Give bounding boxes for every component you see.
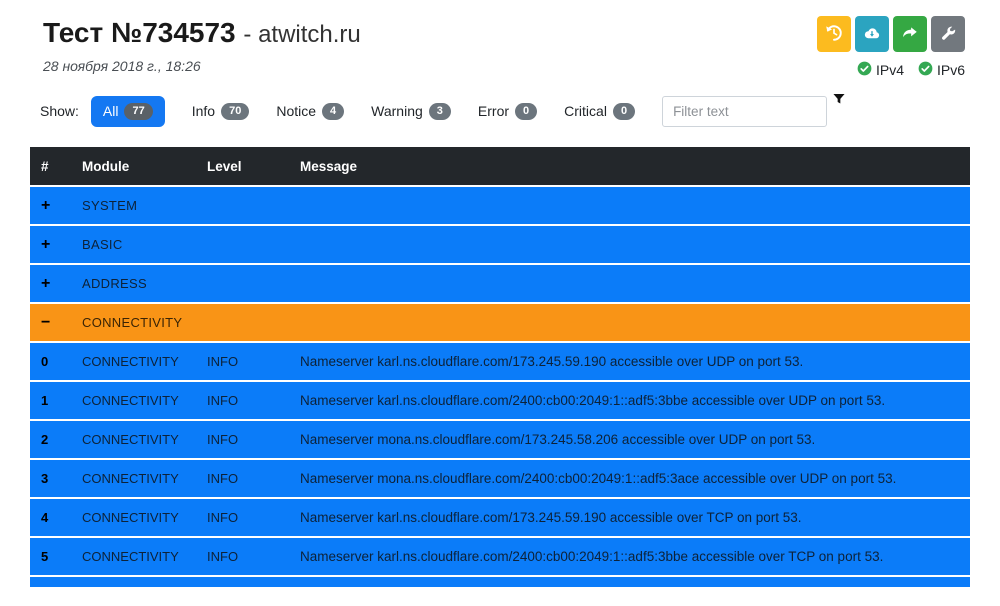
collapse-icon[interactable]: − [30, 314, 82, 332]
tab-warning-count: 3 [429, 103, 451, 120]
tab-info[interactable]: Info 70 [192, 103, 250, 120]
tab-warning[interactable]: Warning 3 [371, 103, 451, 120]
header: Тест №734573 - atwitch.ru 28 ноября 2018… [0, 0, 1000, 79]
cloud-download-icon [863, 24, 881, 45]
expand-icon[interactable]: + [30, 275, 82, 293]
toolbar [817, 16, 965, 52]
group-name: BASIC [82, 237, 207, 252]
row-number: 3 [30, 471, 82, 486]
row-message: Nameserver mona.ns.cloudflare.com/2400:c… [300, 471, 970, 486]
row-number: 0 [30, 354, 82, 369]
ipv6-label: IPv6 [937, 62, 965, 78]
ipv6-status: IPv6 [918, 61, 965, 79]
tab-error-count: 0 [515, 103, 537, 120]
table-row[interactable]: 4 CONNECTIVITY INFO Nameserver karl.ns.c… [30, 497, 970, 536]
wrench-icon [939, 24, 957, 45]
col-header-num: # [30, 159, 82, 174]
show-label: Show: [40, 103, 79, 119]
tab-critical[interactable]: Critical 0 [564, 103, 635, 120]
tab-notice-count: 4 [322, 103, 344, 120]
col-header-module: Module [82, 159, 207, 174]
history-icon [825, 24, 843, 45]
row-level: INFO [207, 354, 300, 369]
tab-error[interactable]: Error 0 [478, 103, 537, 120]
col-header-message: Message [300, 159, 970, 174]
row-level: INFO [207, 393, 300, 408]
table-row[interactable]: 1 CONNECTIVITY INFO Nameserver karl.ns.c… [30, 380, 970, 419]
tab-warning-label: Warning [371, 103, 423, 119]
row-message: Nameserver mona.ns.cloudflare.com/173.24… [300, 432, 970, 447]
expand-icon[interactable]: + [30, 236, 82, 254]
dns-test-results-page: Тест №734573 - atwitch.ru 28 ноября 2018… [0, 0, 1000, 606]
table-row-clipped[interactable] [30, 575, 970, 587]
row-message: Nameserver karl.ns.cloudflare.com/173.24… [300, 354, 970, 369]
row-module: CONNECTIVITY [82, 510, 207, 525]
ipv4-label: IPv4 [876, 62, 904, 78]
row-number: 2 [30, 432, 82, 447]
row-module: CONNECTIVITY [82, 354, 207, 369]
row-number: 4 [30, 510, 82, 525]
tab-critical-label: Critical [564, 103, 607, 119]
filter-bar: Show: All 77 Info 70 Notice 4 Warning 3 … [0, 95, 1000, 127]
settings-button[interactable] [931, 16, 965, 52]
table-row[interactable]: 3 CONNECTIVITY INFO Nameserver mona.ns.c… [30, 458, 970, 497]
tested-domain: - atwitch.ru [243, 21, 360, 48]
row-module: CONNECTIVITY [82, 432, 207, 447]
test-date: 28 ноября 2018 г., 18:26 [43, 58, 361, 74]
tab-info-count: 70 [221, 103, 249, 120]
group-row-system[interactable]: + SYSTEM [30, 185, 970, 224]
col-header-level: Level [207, 159, 300, 174]
tab-all[interactable]: All 77 [91, 96, 165, 127]
row-message: Nameserver karl.ns.cloudflare.com/173.24… [300, 510, 970, 525]
table-row[interactable]: 2 CONNECTIVITY INFO Nameserver mona.ns.c… [30, 419, 970, 458]
check-circle-icon [918, 61, 933, 79]
row-level: INFO [207, 471, 300, 486]
group-name: ADDRESS [82, 276, 207, 291]
share-button[interactable] [893, 16, 927, 52]
row-level: INFO [207, 549, 300, 564]
share-icon [901, 24, 919, 45]
tab-all-count: 77 [124, 103, 152, 120]
group-row-basic[interactable]: + BASIC [30, 224, 970, 263]
ip-status: IPv4 IPv6 [857, 61, 965, 79]
group-row-address[interactable]: + ADDRESS [30, 263, 970, 302]
expand-icon[interactable]: + [30, 197, 82, 215]
group-name: SYSTEM [82, 198, 207, 213]
history-button[interactable] [817, 16, 851, 52]
table-row[interactable]: 0 CONNECTIVITY INFO Nameserver karl.ns.c… [30, 341, 970, 380]
row-module: CONNECTIVITY [82, 549, 207, 564]
cloud-download-button[interactable] [855, 16, 889, 52]
group-name: CONNECTIVITY [82, 315, 207, 330]
tab-all-label: All [103, 103, 119, 119]
row-module: CONNECTIVITY [82, 471, 207, 486]
table-header-row: # Module Level Message [30, 147, 970, 185]
test-number: Тест №734573 [43, 17, 236, 48]
ipv4-status: IPv4 [857, 61, 904, 79]
check-circle-icon [857, 61, 872, 79]
tab-error-label: Error [478, 103, 509, 119]
results-table: # Module Level Message + SYSTEM + BASIC … [30, 147, 970, 587]
tab-critical-count: 0 [613, 103, 635, 120]
row-module: CONNECTIVITY [82, 393, 207, 408]
row-message: Nameserver karl.ns.cloudflare.com/2400:c… [300, 393, 970, 408]
page-title: Тест №734573 - atwitch.ru [43, 16, 361, 52]
header-actions: IPv4 IPv6 [817, 16, 965, 79]
tab-notice-label: Notice [276, 103, 316, 119]
tab-info-label: Info [192, 103, 215, 119]
row-level: INFO [207, 432, 300, 447]
row-level: INFO [207, 510, 300, 525]
header-titles: Тест №734573 - atwitch.ru 28 ноября 2018… [43, 16, 361, 79]
row-message: Nameserver karl.ns.cloudflare.com/2400:c… [300, 549, 970, 564]
row-number: 1 [30, 393, 82, 408]
filter-text-input[interactable] [662, 96, 827, 127]
tab-notice[interactable]: Notice 4 [276, 103, 344, 120]
row-number: 5 [30, 549, 82, 564]
group-row-connectivity[interactable]: − CONNECTIVITY [30, 302, 970, 341]
table-row[interactable]: 5 CONNECTIVITY INFO Nameserver karl.ns.c… [30, 536, 970, 575]
filter-funnel-icon[interactable] [832, 92, 846, 111]
